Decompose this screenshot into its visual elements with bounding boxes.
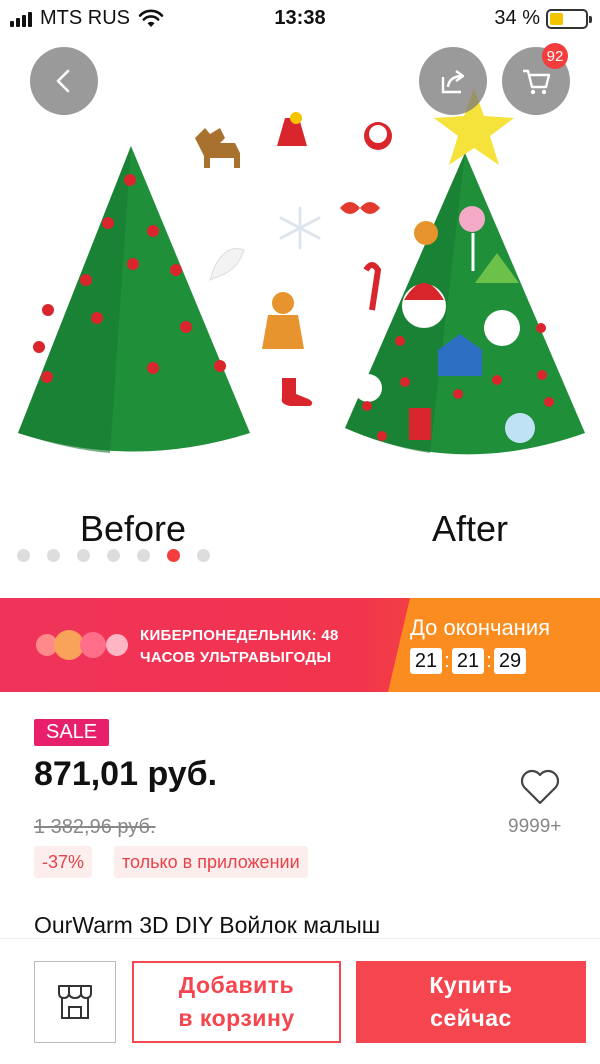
back-button[interactable]	[30, 47, 98, 115]
product-gallery[interactable]: 92 Before After	[0, 38, 600, 598]
countdown-label: До окончания	[410, 615, 551, 640]
store-icon	[58, 985, 92, 1019]
pagination-dot-active[interactable]	[167, 549, 180, 562]
add-to-cart-line-2: в корзину	[178, 1005, 295, 1031]
pagination-dot[interactable]	[197, 549, 210, 562]
countdown-separator: :	[486, 649, 492, 672]
countdown-panel: До окончания 21 : 21 : 29	[388, 598, 600, 692]
bottom-action-bar: Добавить в корзину Купить сейчас	[0, 938, 600, 1064]
price-section: SALE 871,01 руб. 1 382,96 руб. 9999+ -37…	[0, 692, 600, 942]
pagination-dot[interactable]	[137, 549, 150, 562]
add-to-cart-button[interactable]: Добавить в корзину	[132, 961, 341, 1043]
status-bar: MTS RUS 13:38 34 %	[0, 0, 600, 38]
pagination-dot[interactable]	[17, 549, 30, 562]
countdown-minutes: 21	[452, 648, 484, 674]
app-only-chip: только в приложении	[114, 846, 308, 878]
add-to-cart-line-1: Добавить	[178, 972, 295, 998]
cart-count-badge: 92	[542, 43, 568, 69]
discount-chip: -37%	[34, 846, 93, 878]
pagination-dot[interactable]	[107, 549, 120, 562]
cart-button[interactable]: 92	[502, 43, 570, 115]
countdown-separator: :	[444, 649, 450, 672]
promo-balls-icon	[36, 630, 128, 660]
countdown-timer: 21 : 21 : 29	[410, 648, 526, 674]
countdown-hours: 21	[410, 648, 442, 674]
cart-icon	[523, 69, 551, 95]
countdown-seconds: 29	[494, 648, 526, 674]
sale-badge: SALE	[34, 719, 110, 746]
product-title[interactable]: OurWarm 3D DIY Войлок малыш	[34, 912, 380, 939]
buy-now-button[interactable]: Купить сейчас	[356, 961, 586, 1043]
buy-now-line-1: Купить	[429, 972, 513, 998]
caption-before: Before	[80, 508, 187, 549]
wishlist-count: 9999+	[508, 816, 562, 837]
old-price: 1 382,96 руб.	[34, 816, 156, 838]
gallery-pagination	[17, 549, 210, 562]
promo-banner[interactable]: КИБЕРПОНЕДЕЛЬНИК: 48 ЧАСОВ УЛЬТРАВЫГОДЫ …	[0, 598, 600, 692]
battery-percent: 34 %	[494, 7, 540, 29]
current-price: 871,01 руб.	[34, 755, 218, 793]
status-right: 34 %	[494, 7, 592, 30]
share-icon	[441, 70, 465, 94]
share-button[interactable]	[419, 47, 487, 115]
store-button[interactable]	[34, 961, 116, 1043]
buy-now-line-2: сейчас	[430, 1005, 512, 1031]
promo-line-2: ЧАСОВ УЛЬТРАВЫГОДЫ	[140, 649, 332, 666]
chevron-left-icon	[56, 69, 70, 93]
promo-line-1: КИБЕРПОНЕДЕЛЬНИК: 48	[140, 627, 339, 644]
promo-text: КИБЕРПОНЕДЕЛЬНИК: 48 ЧАСОВ УЛЬТРАВЫГОДЫ	[140, 625, 339, 669]
caption-after: After	[432, 508, 509, 549]
heart-icon[interactable]	[519, 768, 561, 806]
pagination-dot[interactable]	[47, 549, 60, 562]
pagination-dot[interactable]	[77, 549, 90, 562]
battery-icon	[546, 8, 592, 29]
